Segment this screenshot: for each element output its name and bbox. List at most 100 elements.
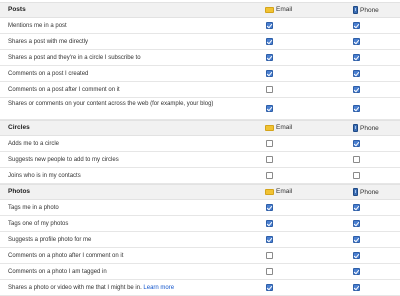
setting-label-text: Shares a post with me directly <box>8 39 89 45</box>
email-column-label: Email <box>276 124 293 131</box>
email-column-header: Email <box>265 188 292 195</box>
section-title: Circles <box>8 124 30 131</box>
email-column-label: Email <box>276 6 293 13</box>
phone-checkbox[interactable] <box>353 284 360 291</box>
envelope-icon <box>265 124 274 131</box>
setting-row: Shares a photo or video with me that I m… <box>0 280 400 296</box>
setting-label: Mentions me in a post <box>8 22 253 30</box>
email-column-header: Email <box>265 124 292 131</box>
setting-label: Comments on a photo after I comment on i… <box>8 252 253 260</box>
setting-label: Comments on a post after I comment on it <box>8 86 253 94</box>
notification-settings: Posts Email Phone Mentions me in a post Shar… <box>0 0 400 296</box>
phone-checkbox[interactable] <box>353 156 360 163</box>
email-checkbox[interactable] <box>266 220 273 227</box>
setting-label-text: Tags one of my photos <box>8 221 69 227</box>
phone-checkbox[interactable] <box>353 172 360 179</box>
section-header-circles: Circles Email Phone <box>0 120 400 136</box>
phone-checkbox[interactable] <box>353 204 360 211</box>
learn-more-link[interactable]: Learn more <box>143 285 174 291</box>
setting-label: Shares or comments on your content acros… <box>8 100 253 108</box>
email-checkbox[interactable] <box>266 284 273 291</box>
setting-label: Adds me to a circle <box>8 140 253 148</box>
email-checkbox[interactable] <box>266 156 273 163</box>
phone-column-label: Phone <box>360 6 379 14</box>
phone-checkbox[interactable] <box>353 268 360 275</box>
setting-label: Joins who is in my contacts <box>8 172 253 180</box>
setting-label-text: Comments on a photo I am tagged in <box>8 269 107 275</box>
setting-label: Shares a post and they're in a circle I … <box>8 54 253 62</box>
setting-label-text: Suggests a profile photo for me <box>8 237 92 243</box>
phone-checkbox[interactable] <box>353 220 360 227</box>
setting-label-text: Comments on a post after I comment on it <box>8 87 120 93</box>
setting-row: Tags one of my photos <box>0 216 400 232</box>
setting-row: Comments on a photo after I comment on i… <box>0 248 400 264</box>
setting-row: Shares a post with me directly <box>0 34 400 50</box>
section-title: Posts <box>8 6 26 13</box>
email-checkbox[interactable] <box>266 140 273 147</box>
phone-checkbox[interactable] <box>353 22 360 29</box>
setting-label-text: Shares or comments on your content acros… <box>8 101 214 107</box>
email-checkbox[interactable] <box>266 38 273 45</box>
phone-checkbox[interactable] <box>353 86 360 93</box>
phone-checkbox[interactable] <box>353 252 360 259</box>
setting-label: Comments on a photo I am tagged in <box>8 268 253 276</box>
phone-checkbox[interactable] <box>353 70 360 77</box>
setting-label-text: Comments on a post I created <box>8 71 89 77</box>
setting-label: Suggests new people to add to my circles <box>8 156 253 164</box>
setting-label-text: Shares a post and they're in a circle I … <box>8 55 141 61</box>
phone-column-header: Phone <box>353 6 379 14</box>
email-checkbox[interactable] <box>266 86 273 93</box>
phone-checkbox[interactable] <box>353 105 360 112</box>
phone-column-label: Phone <box>360 188 379 196</box>
email-checkbox[interactable] <box>266 252 273 259</box>
setting-label: Tags me in a photo <box>8 204 253 212</box>
setting-row: Suggests a profile photo for me <box>0 232 400 248</box>
envelope-icon <box>265 188 274 195</box>
setting-label-text: Mentions me in a post <box>8 23 67 29</box>
mobile-phone-icon <box>353 6 358 14</box>
setting-row: Shares or comments on your content acros… <box>0 98 400 120</box>
email-checkbox[interactable] <box>266 54 273 61</box>
setting-label: Comments on a post I created <box>8 70 253 78</box>
email-checkbox[interactable] <box>266 70 273 77</box>
phone-column-header: Phone <box>353 188 379 196</box>
setting-label-text: Shares a photo or video with me that I m… <box>8 285 142 291</box>
setting-label-text: Adds me to a circle <box>8 141 60 147</box>
setting-row: Shares a post and they're in a circle I … <box>0 50 400 66</box>
phone-column-label: Phone <box>360 124 379 132</box>
setting-row: Joins who is in my contacts <box>0 168 400 184</box>
setting-row: Tags me in a photo <box>0 200 400 216</box>
email-checkbox[interactable] <box>266 172 273 179</box>
phone-column-header: Phone <box>353 124 379 132</box>
section-title: Photos <box>8 188 31 195</box>
setting-row: Comments on a post I created <box>0 66 400 82</box>
section-header-photos: Photos Email Phone <box>0 184 400 200</box>
setting-row: Adds me to a circle <box>0 136 400 152</box>
setting-label-text: Tags me in a photo <box>8 205 59 211</box>
setting-label: Tags one of my photos <box>8 220 253 228</box>
setting-row: Comments on a post after I comment on it <box>0 82 400 98</box>
phone-checkbox[interactable] <box>353 38 360 45</box>
setting-row: Suggests new people to add to my circles <box>0 152 400 168</box>
setting-row: Mentions me in a post <box>0 18 400 34</box>
setting-row: Comments on a photo I am tagged in <box>0 264 400 280</box>
email-column-label: Email <box>276 188 293 195</box>
mobile-phone-icon <box>353 188 358 196</box>
mobile-phone-icon <box>353 124 358 132</box>
setting-label-text: Comments on a photo after I comment on i… <box>8 253 124 259</box>
setting-label: Shares a photo or video with me that I m… <box>8 284 253 292</box>
setting-label: Suggests a profile photo for me <box>8 236 253 244</box>
phone-checkbox[interactable] <box>353 236 360 243</box>
section-header-posts: Posts Email Phone <box>0 2 400 18</box>
email-checkbox[interactable] <box>266 268 273 275</box>
email-checkbox[interactable] <box>266 22 273 29</box>
phone-checkbox[interactable] <box>353 54 360 61</box>
phone-checkbox[interactable] <box>353 140 360 147</box>
email-column-header: Email <box>265 6 292 13</box>
setting-label-text: Joins who is in my contacts <box>8 173 81 179</box>
email-checkbox[interactable] <box>266 236 273 243</box>
email-checkbox[interactable] <box>266 105 273 112</box>
setting-label-text: Suggests new people to add to my circles <box>8 157 119 163</box>
envelope-icon <box>265 6 274 13</box>
email-checkbox[interactable] <box>266 204 273 211</box>
